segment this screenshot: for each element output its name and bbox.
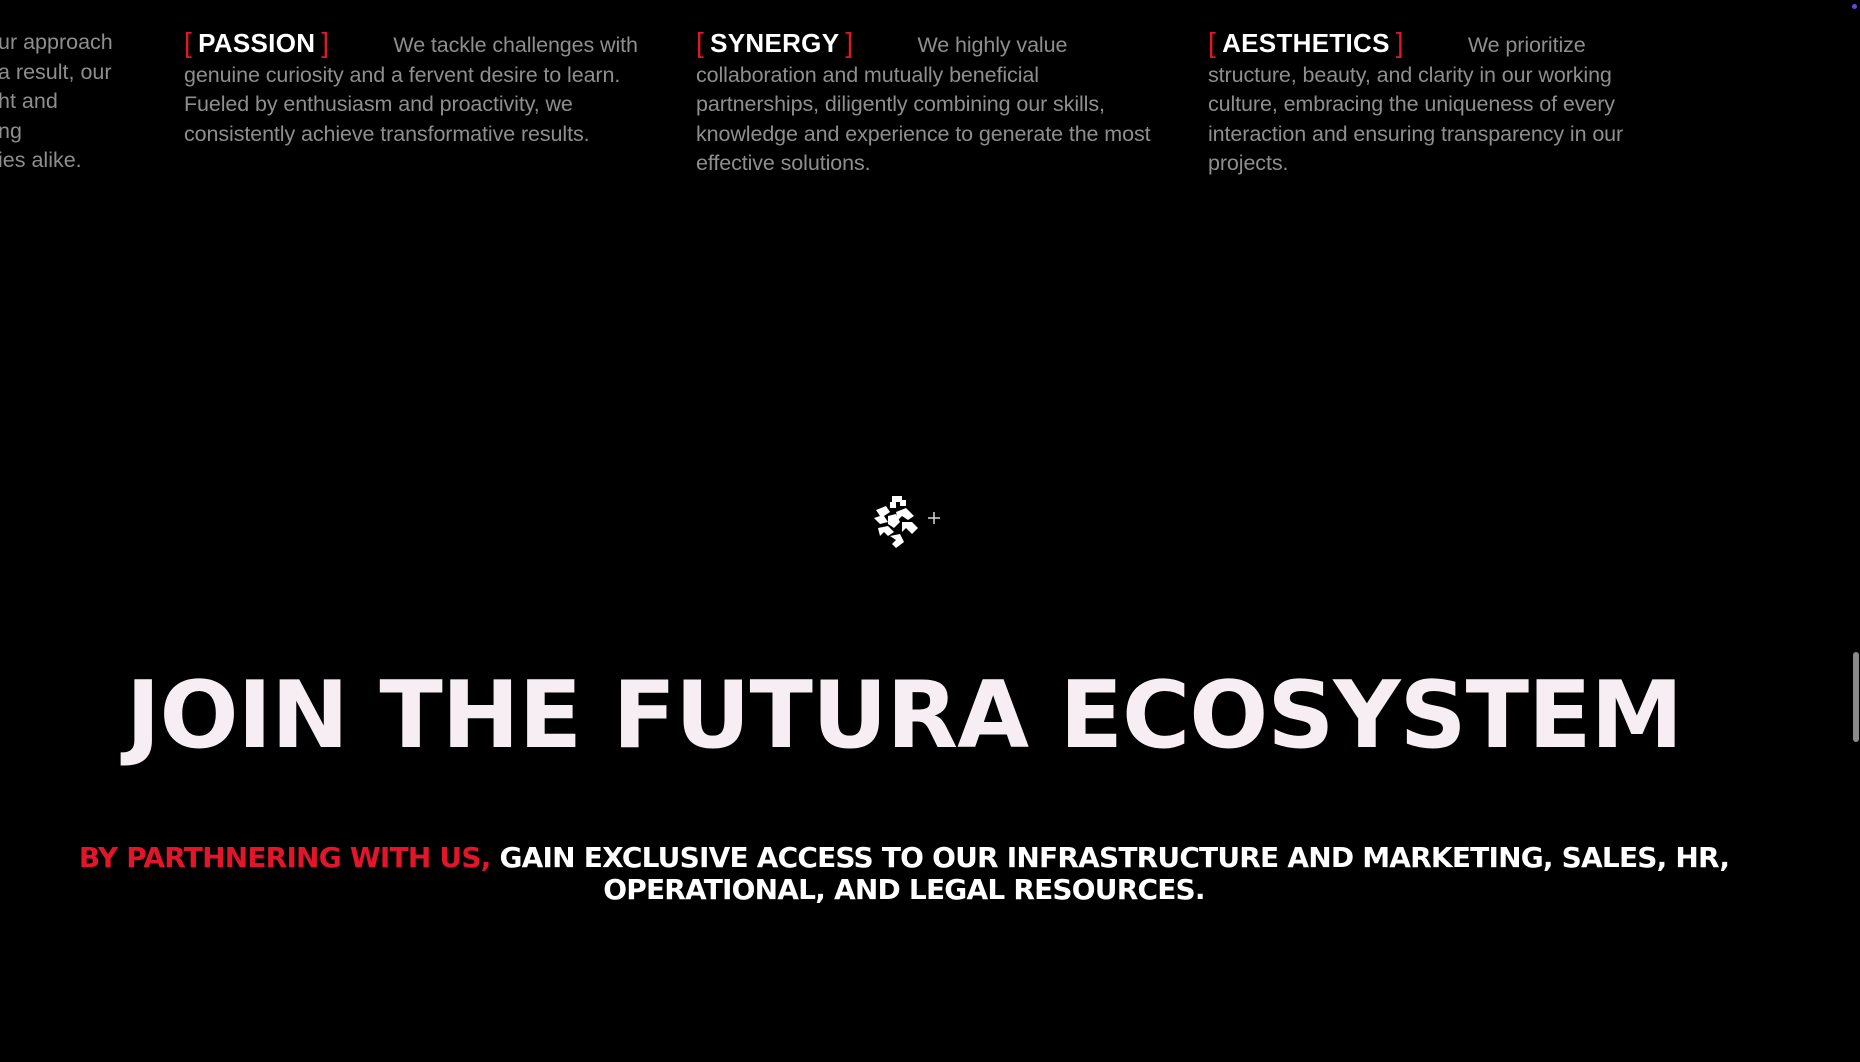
value-lead: We prioritize [1467,33,1586,57]
value-card-synergy: [SYNERGY] We highly value collaboration a… [696,28,1151,179]
plus-svg [928,512,940,524]
value-heading-label: PASSION [198,28,316,58]
clipped-line: ng [0,118,22,143]
bracket-open: [ [1208,27,1217,58]
value-heading-label: SYNERGY [710,28,840,58]
corner-indicator-dot [1852,4,1857,9]
futura-logo-icon [866,492,926,552]
value-card-aesthetics: [AESTHETICS] We prioritize structure, bea… [1208,28,1663,179]
value-lead: We highly value [917,33,1068,57]
bracket-close: ] [1395,27,1404,58]
hero-title: JOIN THE FUTURA ECOSYSTEM [125,661,1683,769]
scrollbar[interactable] [1852,0,1860,1062]
bracket-open: [ [696,27,705,58]
value-heading-passion: [PASSION] [184,28,335,59]
tagline-rest: GAIN EXCLUSIVE ACCESS TO OUR INFRASTRUCT… [499,841,1730,906]
tagline-accent: BY PARTHNERING WITH US, [78,841,492,874]
tagline: BY PARTHNERING WITH US, GAIN EXCLUSIVE A… [0,842,1808,906]
bracket-close: ] [321,27,330,58]
value-card-passion: [PASSION] We tackle challenges with genui… [184,28,639,149]
clipped-line: a result, our [0,59,112,84]
values-section: ur approach a result, our ht and ng ies … [0,28,1860,188]
value-body: collaboration and mutually beneficial pa… [696,62,1151,176]
value-heading-label: AESTHETICS [1222,28,1390,58]
value-body: structure, beauty, and clarity in our wo… [1208,62,1624,176]
plus-icon [926,510,942,526]
value-heading-aesthetics: [AESTHETICS] [1208,28,1410,59]
futura-logo-svg [874,496,918,548]
value-card-clipped: ur approach a result, our ht and ng ies … [0,28,120,176]
clipped-line: ht and [0,89,58,113]
scrollbar-thumb[interactable] [1853,652,1859,742]
value-lead: We tackle challenges [393,33,595,57]
value-heading-synergy: [SYNERGY] [696,28,859,59]
bracket-close: ] [845,27,854,58]
clipped-line: ur approach [0,30,113,54]
clipped-line: ies alike. [0,148,82,172]
bracket-open: [ [184,27,193,58]
